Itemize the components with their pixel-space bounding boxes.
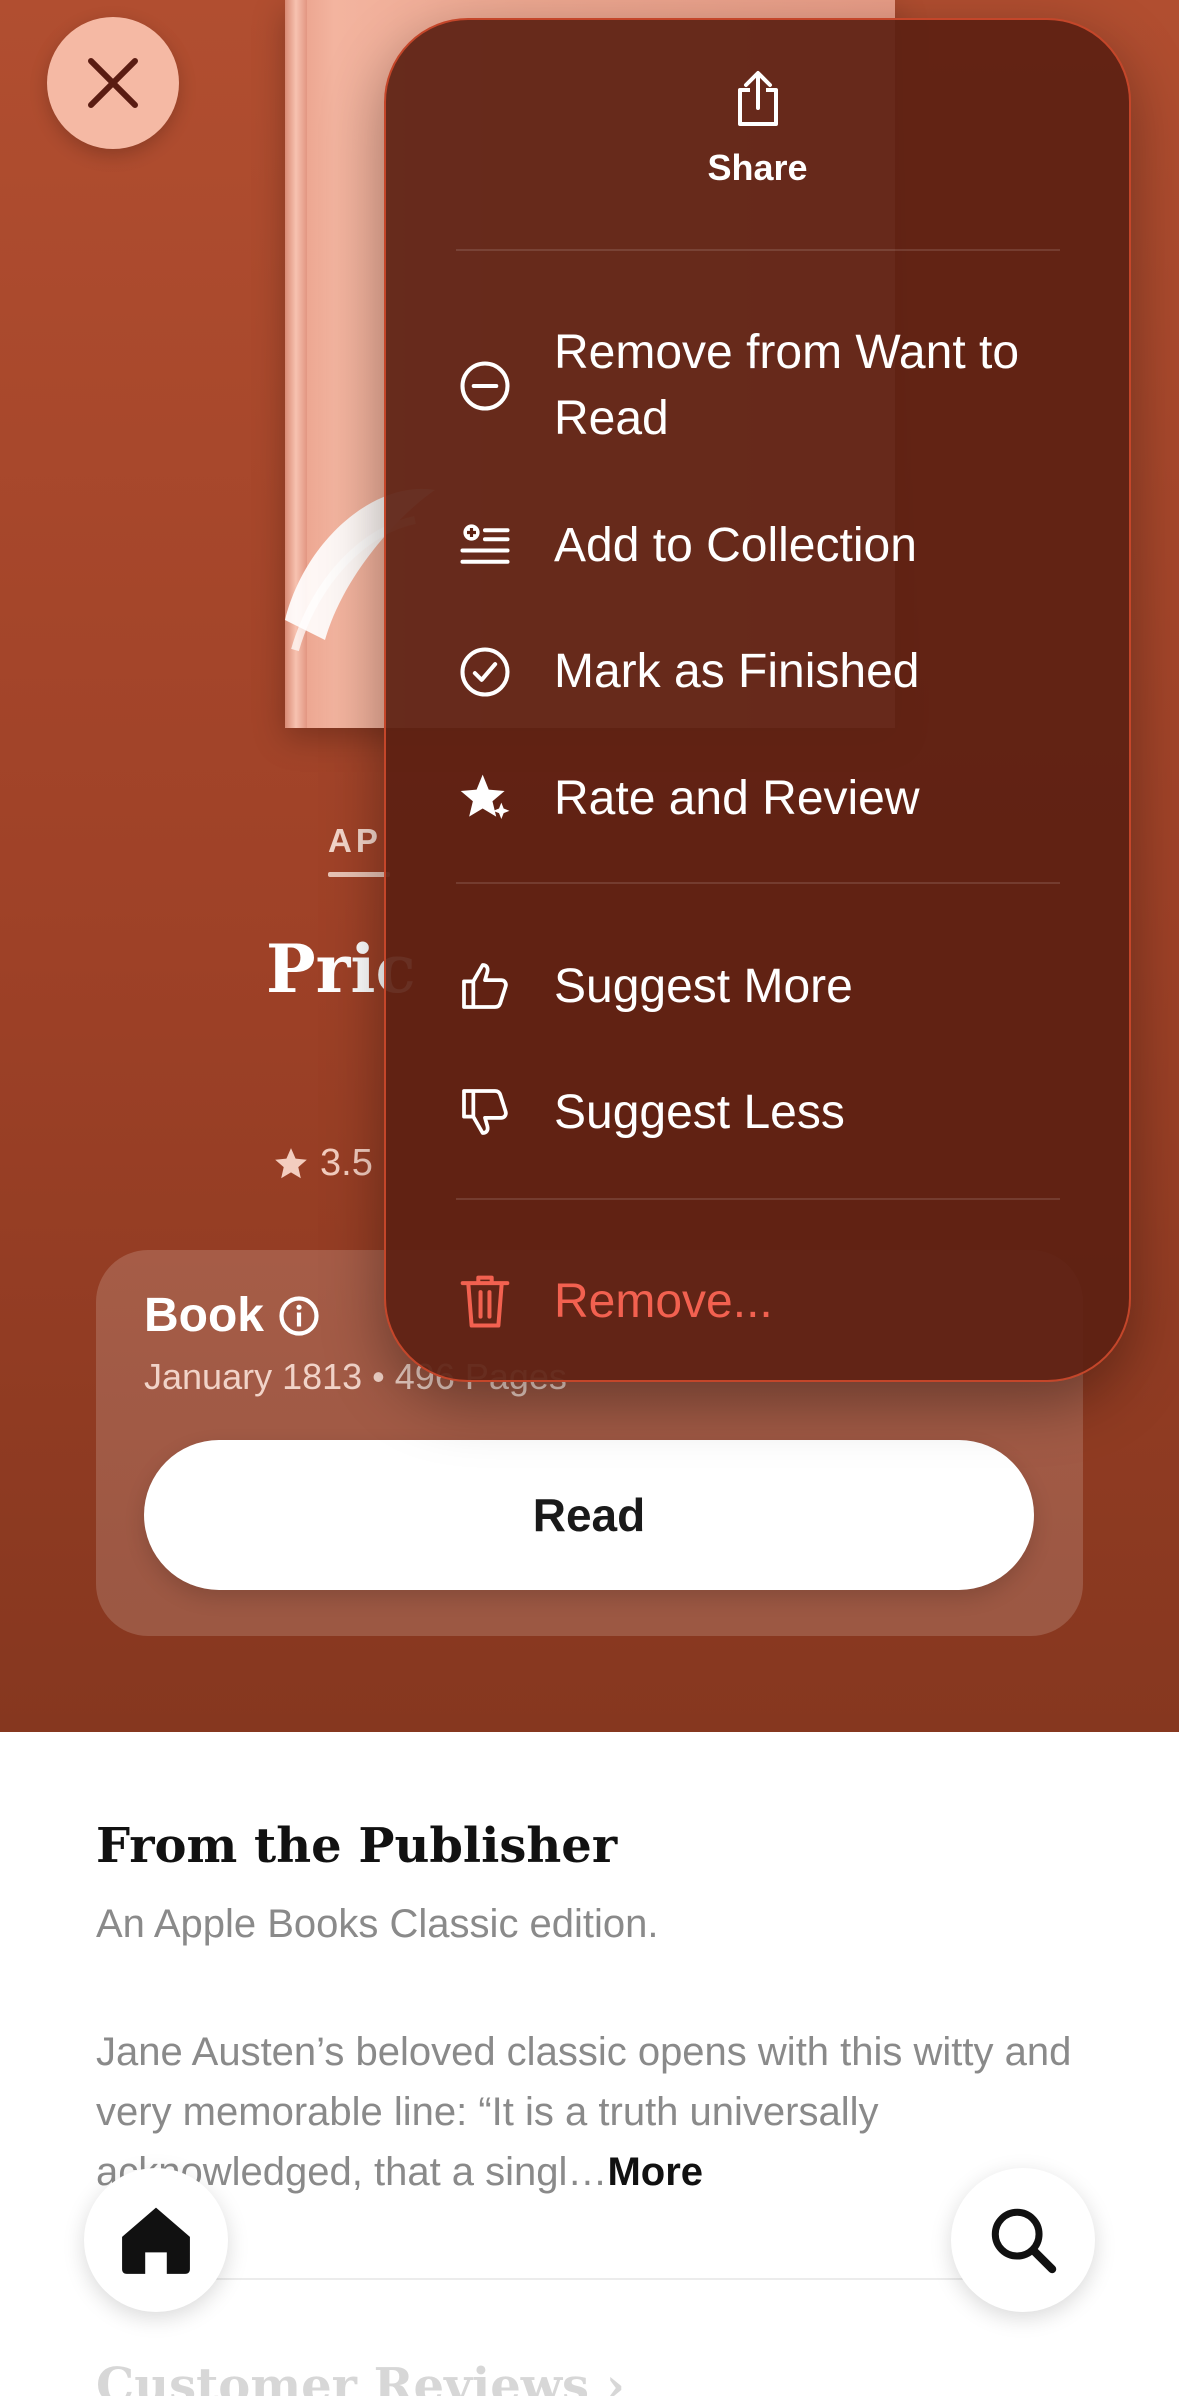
search-button[interactable] bbox=[951, 2168, 1095, 2312]
menu-item-mark-as-finished[interactable]: Mark as Finished bbox=[456, 644, 1076, 699]
customer-reviews-link[interactable]: Customer Reviews › bbox=[96, 2358, 625, 2396]
publisher-edition: An Apple Books Classic edition. bbox=[96, 1902, 659, 1946]
menu-item-remove[interactable]: Remove... bbox=[456, 1272, 1076, 1330]
menu-divider bbox=[456, 249, 1060, 251]
menu-divider bbox=[456, 882, 1060, 884]
rating-value: 3.5 bbox=[320, 1142, 373, 1184]
menu-item-suggest-more[interactable]: Suggest More bbox=[456, 958, 1076, 1014]
more-link[interactable]: More bbox=[607, 2150, 703, 2194]
publisher-description: Jane Austen’s beloved classic opens with… bbox=[96, 2022, 1076, 2202]
home-button[interactable] bbox=[84, 2168, 228, 2312]
menu-divider bbox=[456, 1198, 1060, 1200]
share-label: Share bbox=[707, 147, 808, 188]
trash-icon bbox=[456, 1272, 514, 1330]
menu-item-label: Remove from Want to Read bbox=[554, 326, 1020, 445]
star-sparkle-icon bbox=[456, 770, 514, 826]
section-title-publisher: From the Publisher bbox=[96, 1818, 618, 1874]
rating[interactable]: 3.5 bbox=[272, 1142, 373, 1185]
menu-item-suggest-less[interactable]: Suggest Less bbox=[456, 1084, 1076, 1140]
thumbs-up-icon bbox=[456, 958, 514, 1014]
thumbs-down-icon bbox=[456, 1084, 514, 1140]
checkmark-circle-icon bbox=[456, 645, 514, 699]
share-button[interactable]: Share bbox=[386, 70, 1129, 189]
minus-circle-icon bbox=[456, 359, 514, 413]
menu-item-label: Mark as Finished bbox=[554, 645, 920, 698]
book-type-label: Book bbox=[144, 1289, 264, 1342]
book-type[interactable]: Book bbox=[144, 1288, 320, 1343]
share-icon bbox=[737, 71, 778, 126]
menu-item-label: Add to Collection bbox=[554, 519, 917, 572]
search-icon bbox=[991, 2208, 1057, 2274]
info-icon[interactable] bbox=[278, 1295, 320, 1337]
menu-item-add-to-collection[interactable]: Add to Collection bbox=[456, 518, 1076, 573]
context-menu: Share Remove from Want to Read Add to Co… bbox=[384, 18, 1131, 1382]
menu-item-label: Remove... bbox=[554, 1274, 773, 1328]
close-icon bbox=[88, 58, 138, 108]
star-icon bbox=[275, 1147, 307, 1178]
menu-item-label: Suggest More bbox=[554, 959, 853, 1013]
menu-item-label: Rate and Review bbox=[554, 771, 920, 825]
add-list-icon bbox=[456, 519, 514, 573]
publisher-description-text: Jane Austen’s beloved classic opens with… bbox=[96, 2030, 1072, 2194]
series-underline bbox=[328, 872, 390, 877]
read-button[interactable]: Read bbox=[144, 1440, 1034, 1590]
home-icon bbox=[122, 2207, 190, 2274]
close-button[interactable] bbox=[47, 17, 179, 149]
divider bbox=[96, 2278, 1083, 2280]
menu-item-label: Suggest Less bbox=[554, 1085, 845, 1139]
menu-item-rate-and-review[interactable]: Rate and Review bbox=[456, 770, 1076, 826]
series-label[interactable]: AP bbox=[328, 822, 382, 860]
menu-item-remove-want-to-read[interactable]: Remove from Want to Read bbox=[456, 320, 1076, 452]
